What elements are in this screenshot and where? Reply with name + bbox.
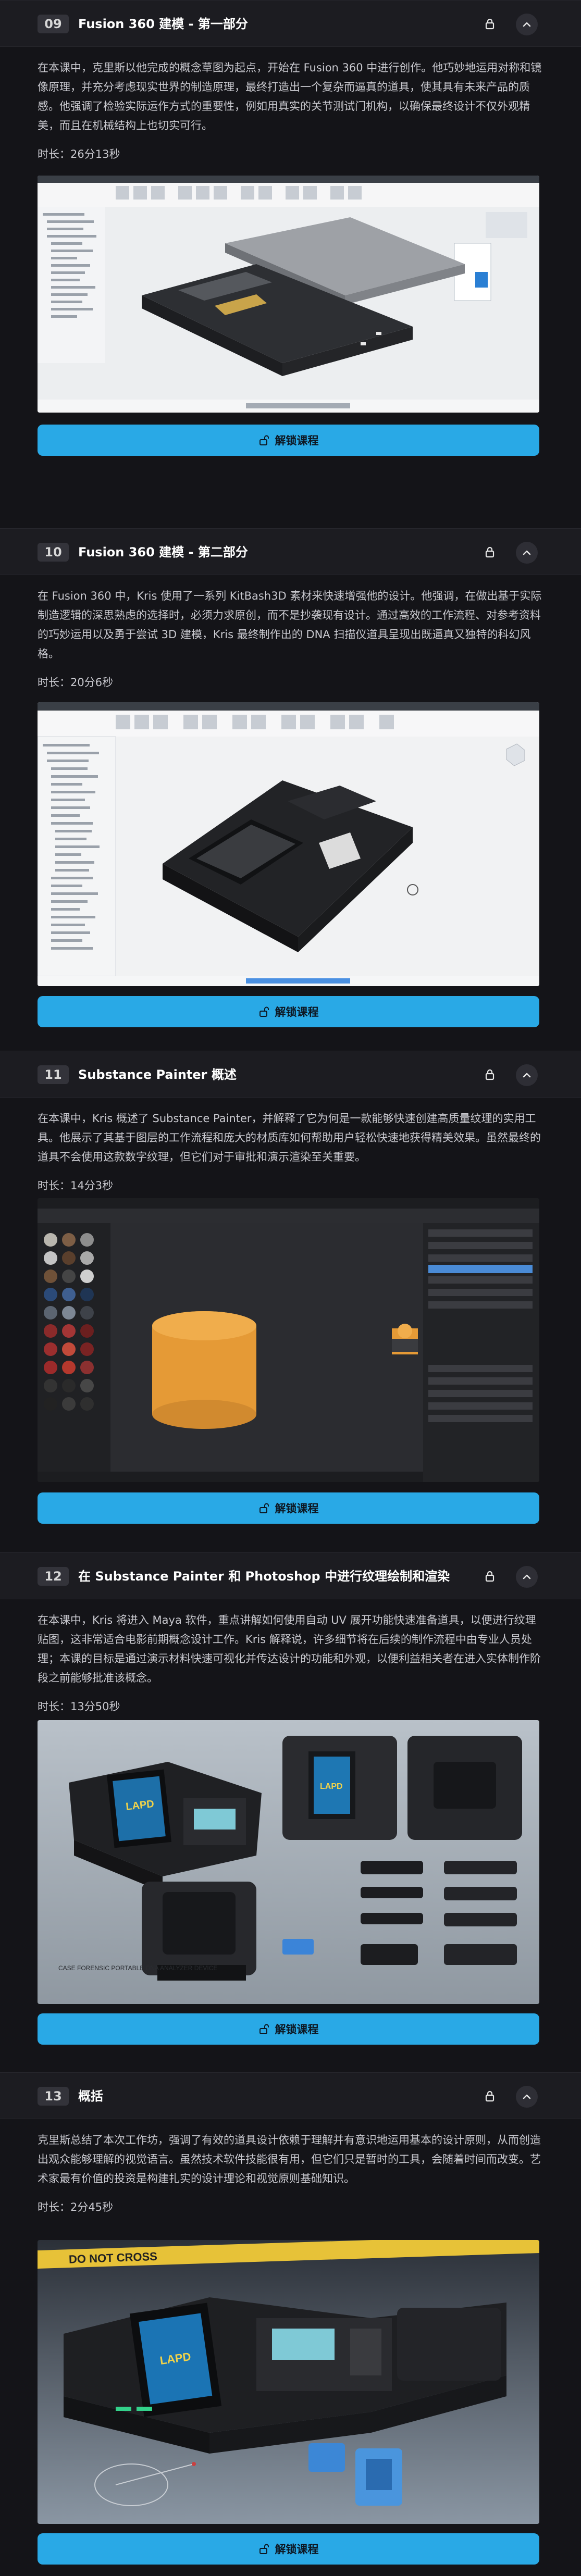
lesson-duration: 时长：20分6秒 bbox=[38, 676, 114, 689]
render-caption: CASE FORENSIC PORTABLE DNA ANALYZER DEVI… bbox=[58, 1964, 217, 1972]
lesson-title: 在 Substance Painter 和 Photoshop 中进行纹理绘制和… bbox=[78, 1569, 450, 1584]
lesson-header[interactable]: 13 概括 bbox=[0, 2072, 581, 2119]
lesson-number: 12 bbox=[38, 1567, 69, 1586]
lesson-number: 09 bbox=[38, 15, 69, 33]
chevron-up-icon bbox=[523, 22, 531, 27]
lesson-duration: 时长：2分45秒 bbox=[38, 2201, 114, 2213]
lesson-title: 概括 bbox=[78, 2089, 103, 2104]
lesson-description: 在本课中，Kris 将进入 Maya 软件，重点讲解如何使用自动 UV 展开功能… bbox=[38, 1614, 541, 1684]
lesson-title: Fusion 360 建模 - 第一部分 bbox=[78, 17, 248, 31]
unlock-icon bbox=[259, 2024, 269, 2034]
lesson-body: 在 Fusion 360 中，Kris 使用了一系列 KitBash3D 素材来… bbox=[38, 587, 543, 691]
unlock-lesson-button[interactable]: 解锁课程 bbox=[38, 1492, 539, 1524]
lesson-header[interactable]: 10 Fusion 360 建模 - 第二部分 bbox=[0, 528, 581, 575]
lesson-body: 克里斯总结了本次工作坊，强调了有效的道具设计依赖于理解并有意识地运用基本的设计原… bbox=[38, 2131, 543, 2216]
unlock-icon bbox=[259, 1503, 269, 1513]
lesson-title: Fusion 360 建模 - 第二部分 bbox=[78, 545, 248, 559]
lesson-number: 13 bbox=[38, 2087, 69, 2106]
fusion360-screenshot-icon bbox=[38, 702, 539, 986]
lock-icon bbox=[485, 546, 495, 558]
unlock-icon bbox=[259, 2544, 269, 2554]
collapse-button[interactable] bbox=[516, 542, 538, 564]
lesson-thumbnail: DO NOT CROSS LAPD bbox=[38, 2240, 539, 2524]
final-render-icon: DO NOT CROSS LAPD bbox=[38, 2240, 539, 2524]
render-sheet-icon: LAPD LAPD CASE FORENSIC PORTABLE DNA ANA… bbox=[38, 1720, 539, 2004]
unlock-icon bbox=[259, 1006, 269, 1017]
lesson-body: 在本课中，Kris 概述了 Substance Painter，并解释了它为何是… bbox=[38, 1109, 543, 1194]
collapse-button[interactable] bbox=[516, 14, 538, 35]
unlock-button-label: 解锁课程 bbox=[275, 434, 319, 447]
lesson-description: 在本课中，Kris 概述了 Substance Painter，并解释了它为何是… bbox=[38, 1112, 541, 1163]
course-lesson-list: 09 Fusion 360 建模 - 第一部分 在本课中，克里斯以他完成的概念草… bbox=[0, 0, 581, 2576]
collapse-button[interactable] bbox=[516, 1566, 538, 1588]
lesson-description: 克里斯总结了本次工作坊，强调了有效的道具设计依赖于理解并有意识地运用基本的设计原… bbox=[38, 2134, 541, 2185]
unlock-button-label: 解锁课程 bbox=[275, 2023, 319, 2036]
lock-icon bbox=[485, 1069, 495, 1080]
lesson-header[interactable]: 09 Fusion 360 建模 - 第一部分 bbox=[0, 0, 581, 47]
lesson-duration: 时长：13分50秒 bbox=[38, 1700, 120, 1713]
lock-icon bbox=[485, 18, 495, 30]
lesson-title: Substance Painter 概述 bbox=[78, 1067, 237, 1082]
lesson-body: 在本课中，克里斯以他完成的概念草图为起点，开始在 Fusion 360 中进行创… bbox=[38, 58, 543, 163]
chevron-up-icon bbox=[523, 2094, 531, 2099]
unlock-lesson-button[interactable]: 解锁课程 bbox=[38, 996, 539, 1027]
chevron-up-icon bbox=[523, 1073, 531, 1078]
unlock-lesson-button[interactable]: 解锁课程 bbox=[38, 2533, 539, 2565]
unlock-lesson-button[interactable]: 解锁课程 bbox=[38, 425, 539, 456]
unlock-button-label: 解锁课程 bbox=[275, 1006, 319, 1018]
lesson-thumbnail bbox=[38, 702, 539, 986]
fusion360-screenshot-icon bbox=[38, 176, 539, 413]
lesson-description: 在本课中，克里斯以他完成的概念草图为起点，开始在 Fusion 360 中进行创… bbox=[38, 61, 542, 132]
lesson-number: 11 bbox=[38, 1065, 69, 1084]
chevron-up-icon bbox=[523, 1574, 531, 1579]
lesson-description: 在 Fusion 360 中，Kris 使用了一系列 KitBash3D 素材来… bbox=[38, 590, 542, 660]
unlock-button-label: 解锁课程 bbox=[275, 2543, 319, 2556]
lesson-duration: 时长：26分13秒 bbox=[38, 148, 120, 160]
unlock-button-label: 解锁课程 bbox=[275, 1502, 319, 1515]
collapse-button[interactable] bbox=[516, 1064, 538, 1086]
unlock-icon bbox=[259, 435, 269, 445]
collapse-button[interactable] bbox=[516, 2086, 538, 2108]
substance-painter-screenshot-icon bbox=[38, 1198, 539, 1482]
lock-icon bbox=[485, 1571, 495, 1582]
lesson-duration: 时长：14分3秒 bbox=[38, 1179, 114, 1192]
lesson-number: 10 bbox=[38, 543, 69, 562]
lesson-header[interactable]: 11 Substance Painter 概述 bbox=[0, 1051, 581, 1098]
lesson-thumbnail bbox=[38, 176, 539, 413]
lesson-header[interactable]: 12 在 Substance Painter 和 Photoshop 中进行纹理… bbox=[0, 1552, 581, 1599]
lock-icon bbox=[485, 2090, 495, 2102]
lesson-thumbnail bbox=[38, 1198, 539, 1482]
unlock-lesson-button[interactable]: 解锁课程 bbox=[38, 2013, 539, 2045]
lesson-body: 在本课中，Kris 将进入 Maya 软件，重点讲解如何使用自动 UV 展开功能… bbox=[38, 1611, 543, 1715]
render-brand-text-2: LAPD bbox=[320, 1782, 343, 1791]
lesson-thumbnail: LAPD LAPD CASE FORENSIC PORTABLE DNA ANA… bbox=[38, 1720, 539, 2004]
chevron-up-icon bbox=[523, 550, 531, 555]
